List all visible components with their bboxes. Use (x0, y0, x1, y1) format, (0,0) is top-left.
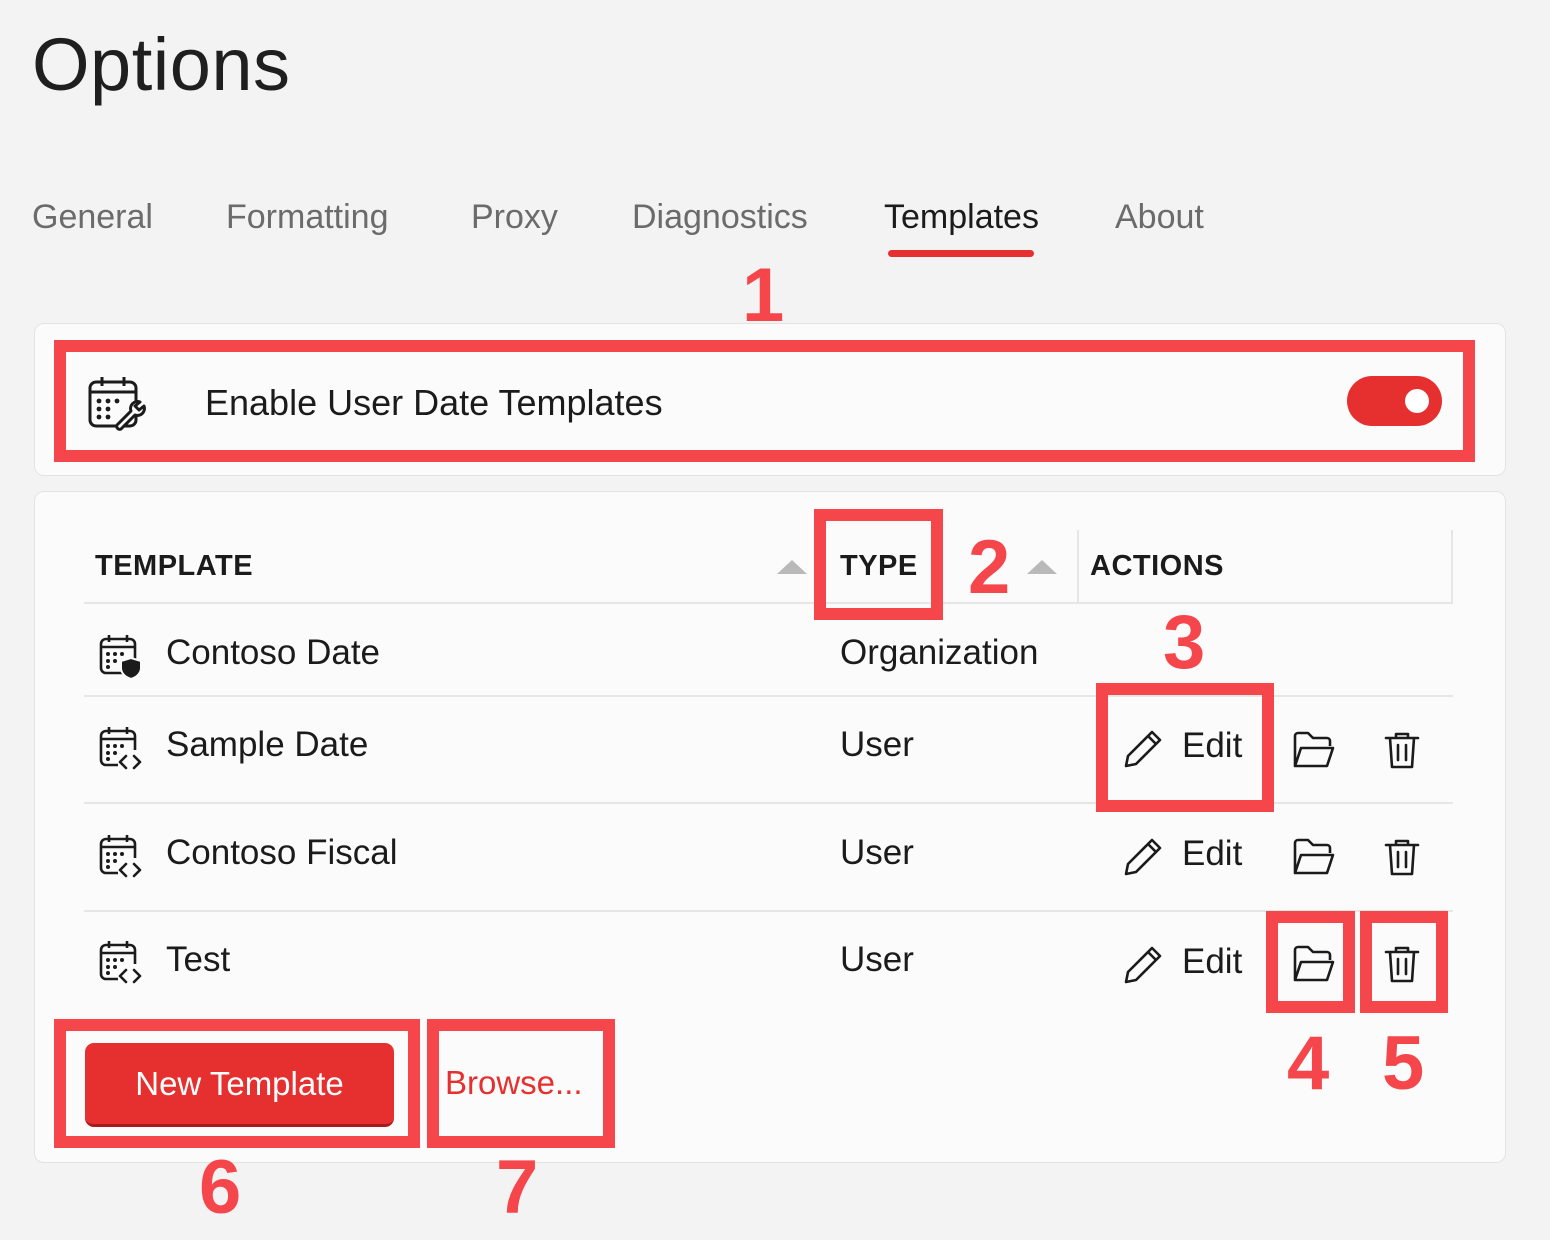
header-actions: ACTIONS (1090, 550, 1224, 582)
template-type: User (840, 725, 914, 764)
edit-label: Edit (1182, 942, 1243, 981)
calendar-code-icon (99, 835, 143, 880)
page-title: Options (32, 23, 291, 106)
template-name: Test (166, 940, 231, 979)
edit-label: Edit (1182, 834, 1243, 873)
callout-number: 1 (742, 253, 785, 338)
calendar-code-icon (99, 727, 143, 772)
column-divider (1451, 530, 1453, 602)
callout-number: 3 (1163, 600, 1206, 685)
callout-number: 6 (199, 1145, 242, 1230)
callout-number: 7 (496, 1145, 539, 1230)
callout-number: 5 (1382, 1021, 1425, 1106)
active-tab-indicator (888, 250, 1034, 257)
template-name: Contoso Date (166, 633, 381, 672)
callout-box (1360, 911, 1448, 1013)
column-divider (1077, 530, 1079, 602)
pencil-icon (1124, 946, 1162, 984)
edit-button[interactable]: Edit (1124, 830, 1244, 880)
callout-box (54, 340, 1475, 462)
callout-number: 4 (1287, 1021, 1330, 1106)
tab-diagnostics[interactable]: Diagnostics (632, 198, 808, 237)
tab-proxy[interactable]: Proxy (471, 198, 558, 237)
template-type: Organization (840, 633, 1039, 672)
delete-icon[interactable] (1384, 837, 1420, 877)
delete-icon[interactable] (1384, 730, 1420, 770)
sort-ascending-icon[interactable] (1027, 560, 1057, 574)
pencil-icon (1124, 838, 1162, 876)
callout-box (54, 1019, 420, 1148)
calendar-code-icon (99, 941, 143, 986)
callout-box (427, 1019, 615, 1148)
open-folder-icon[interactable] (1292, 837, 1336, 877)
template-name: Sample Date (166, 725, 369, 764)
template-name: Contoso Fiscal (166, 833, 398, 872)
edit-button[interactable]: Edit (1124, 938, 1244, 988)
tab-formatting[interactable]: Formatting (226, 198, 389, 237)
callout-box (1266, 911, 1355, 1013)
tab-about[interactable]: About (1115, 198, 1204, 237)
template-type: User (840, 940, 914, 979)
template-type: User (840, 833, 914, 872)
callout-box (814, 509, 943, 620)
tab-general[interactable]: General (32, 198, 153, 237)
calendar-shield-icon (99, 635, 142, 680)
tab-templates[interactable]: Templates (884, 198, 1039, 237)
header-template[interactable]: TEMPLATE (95, 550, 253, 583)
open-folder-icon[interactable] (1292, 730, 1336, 770)
sort-ascending-icon[interactable] (777, 560, 807, 574)
callout-box (1096, 683, 1274, 812)
callout-number: 2 (968, 525, 1011, 610)
table-row[interactable] (84, 912, 1453, 1012)
